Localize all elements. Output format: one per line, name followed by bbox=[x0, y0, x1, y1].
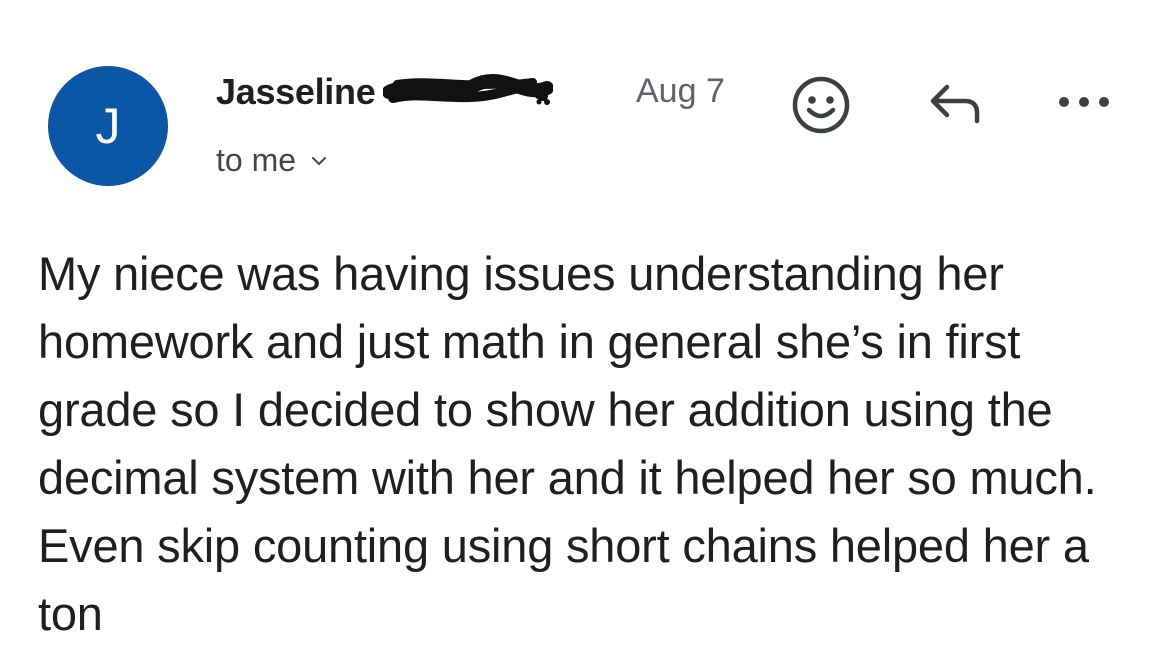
reply-button[interactable] bbox=[920, 78, 990, 128]
avatar-initial: J bbox=[95, 98, 121, 154]
reply-arrow-icon bbox=[930, 84, 980, 124]
recipient-toggle[interactable]: to me bbox=[216, 142, 328, 179]
sender-header: Jasseline bbox=[216, 71, 554, 113]
more-options-icon bbox=[1059, 97, 1109, 107]
chevron-down-icon bbox=[312, 156, 327, 165]
email-body: My niece was having issues understanding… bbox=[38, 247, 1097, 640]
sender-name[interactable]: Jasseline bbox=[216, 71, 376, 113]
redaction-scribble bbox=[383, 74, 554, 105]
email-date: Aug 7 bbox=[636, 72, 725, 110]
add-reaction-button[interactable] bbox=[788, 72, 854, 138]
recipient-label: to me bbox=[216, 142, 297, 178]
more-options-button[interactable] bbox=[1054, 84, 1114, 120]
sender-avatar[interactable]: J bbox=[48, 66, 168, 186]
smiley-face-icon bbox=[792, 76, 850, 134]
